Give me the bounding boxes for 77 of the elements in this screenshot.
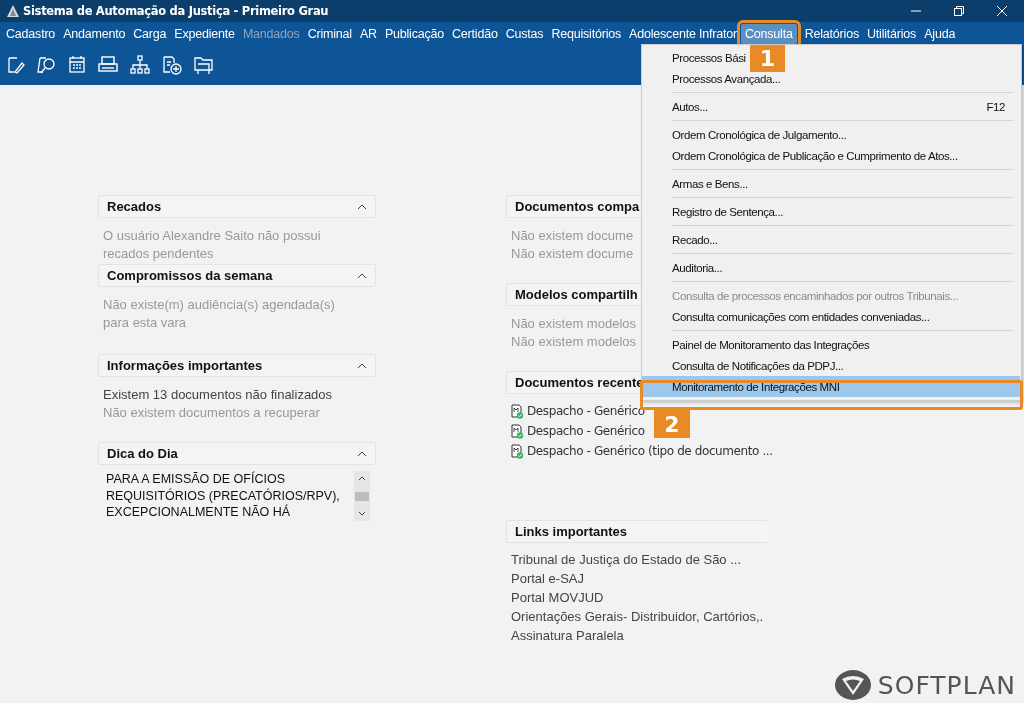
panel-text: Não existem modelos <box>510 333 636 351</box>
collapse-icon[interactable] <box>357 203 367 210</box>
calendar-icon[interactable] <box>67 55 87 75</box>
logo-text: SOFTPLAN <box>877 670 1016 700</box>
tip-text: PARA A EMISSÃO DE OFÍCIOS REQUISITÓRIOS (PRECATÓRIOS/RPV), EXCEPCIONALMENTE NÃO HÁ <box>105 471 341 521</box>
menu-item[interactable]: Adolescente Infrator <box>625 23 741 44</box>
panel-title: Documentos compa <box>515 199 640 214</box>
panel-text: Existem 13 documentos não finalizados <box>102 386 334 404</box>
document-icon <box>511 403 524 419</box>
menu-item[interactable]: Andamento <box>59 23 130 44</box>
scroll-thumb[interactable] <box>355 491 369 501</box>
menu-option[interactable]: Consulta de Notificações da PDPJ... <box>672 359 844 372</box>
folder-icon[interactable] <box>193 55 215 75</box>
panel-text: Não existem modelos <box>510 315 636 333</box>
panel-title: Modelos compartilh <box>515 287 638 302</box>
menu-item[interactable]: Custas <box>501 23 548 44</box>
menu-item[interactable]: Utilitários <box>862 23 921 44</box>
panel-title: Links importantes <box>515 524 627 539</box>
menu-item[interactable]: Cadastro <box>2 23 60 44</box>
link[interactable]: Orientações Gerais- Distribuidor, Cartórios,. <box>506 607 764 626</box>
menu-item[interactable]: Requisitórios <box>547 23 626 44</box>
menu-item[interactable]: Relatórios <box>800 23 863 44</box>
collapse-icon[interactable] <box>357 450 367 457</box>
search-document-icon[interactable] <box>35 55 57 75</box>
scroll-down-icon[interactable] <box>358 511 366 517</box>
panel-title: Dica do Dia <box>107 446 178 461</box>
menu-option[interactable]: Painel de Monitoramento das Integrações <box>672 338 870 351</box>
menu-option[interactable]: Consulta comunicações com entidades conveniadas... <box>672 310 930 323</box>
scrollbar[interactable] <box>354 471 370 521</box>
panel-text: Não existem docume <box>510 245 634 263</box>
menu-option[interactable]: Monitoramento de Integrações MNI <box>672 380 840 393</box>
menu-option[interactable]: Ordem Cronológica de Julgamento... <box>672 128 847 141</box>
menu-item[interactable]: Certidão <box>448 23 502 44</box>
document-icon <box>511 443 524 459</box>
menu-item[interactable]: Ajuda <box>920 23 960 44</box>
panel-title: Recados <box>107 199 162 214</box>
panel-title: Compromissos da semana <box>107 268 273 283</box>
add-document-icon[interactable] <box>161 55 183 75</box>
menu-item[interactable]: Expediente <box>170 23 239 44</box>
printer-icon[interactable] <box>97 55 119 75</box>
menu-option[interactable]: Autos... <box>672 100 708 113</box>
collapse-icon[interactable] <box>357 362 367 369</box>
link[interactable]: Portal MOVJUD <box>506 588 604 607</box>
link[interactable]: Portal e-SAJ <box>506 569 584 588</box>
collapse-icon[interactable] <box>357 272 367 279</box>
menu-item[interactable]: AR <box>355 23 381 44</box>
menu-option[interactable]: Recado... <box>672 233 718 246</box>
menu-option[interactable]: Armas e Bens... <box>672 177 748 190</box>
panel-text: Não existem docume <box>510 227 634 245</box>
panel-text: Não existe(m) audiência(s) agendada(s) para esta vara <box>102 296 336 332</box>
menu-item[interactable]: Carga <box>129 23 171 44</box>
close-icon[interactable] <box>996 5 1008 17</box>
menu-option[interactable]: Registro de Sentença... <box>672 205 783 218</box>
link[interactable]: Tribunal de Justiça do Estado de São ... <box>506 550 742 569</box>
step-badge: 2 <box>654 410 690 438</box>
menu-item[interactable]: Publicação <box>380 23 449 44</box>
menu-option[interactable]: Processos Avançada... <box>672 72 781 85</box>
document-link[interactable]: Despacho - Genérico <box>527 424 645 438</box>
step-badge: 1 <box>750 45 785 72</box>
pencil-document-icon[interactable] <box>5 55 25 75</box>
document-icon <box>511 423 524 439</box>
menu-option[interactable]: Ordem Cronológica de Publicação e Cumprimento de Atos... <box>672 149 958 162</box>
link[interactable]: Assinatura Paralela <box>506 626 624 645</box>
menu-option[interactable]: Auditoria... <box>672 261 723 274</box>
panel-text: Não existem documentos a recuperar <box>102 404 321 422</box>
menu-item[interactable]: Criminal <box>303 23 356 44</box>
hierarchy-icon[interactable] <box>129 55 151 75</box>
window-title: Sistema de Automação da Justiça - Primeiro Grau <box>23 4 329 18</box>
panel-text: O usuário Alexandre Saito não possui recados pendentes <box>102 227 322 263</box>
shortcut-text: F12 <box>986 100 1005 113</box>
document-link[interactable]: Despacho - Genérico <box>527 404 645 418</box>
document-link[interactable]: Despacho - Genérico (tipo de documento ... <box>527 444 773 458</box>
scroll-up-icon[interactable] <box>358 475 366 481</box>
app-logo-icon <box>6 4 20 18</box>
menu-option[interactable]: Processos Bási <box>672 51 746 64</box>
panel-title: Informações importantes <box>107 358 263 373</box>
restore-icon[interactable] <box>953 5 965 17</box>
